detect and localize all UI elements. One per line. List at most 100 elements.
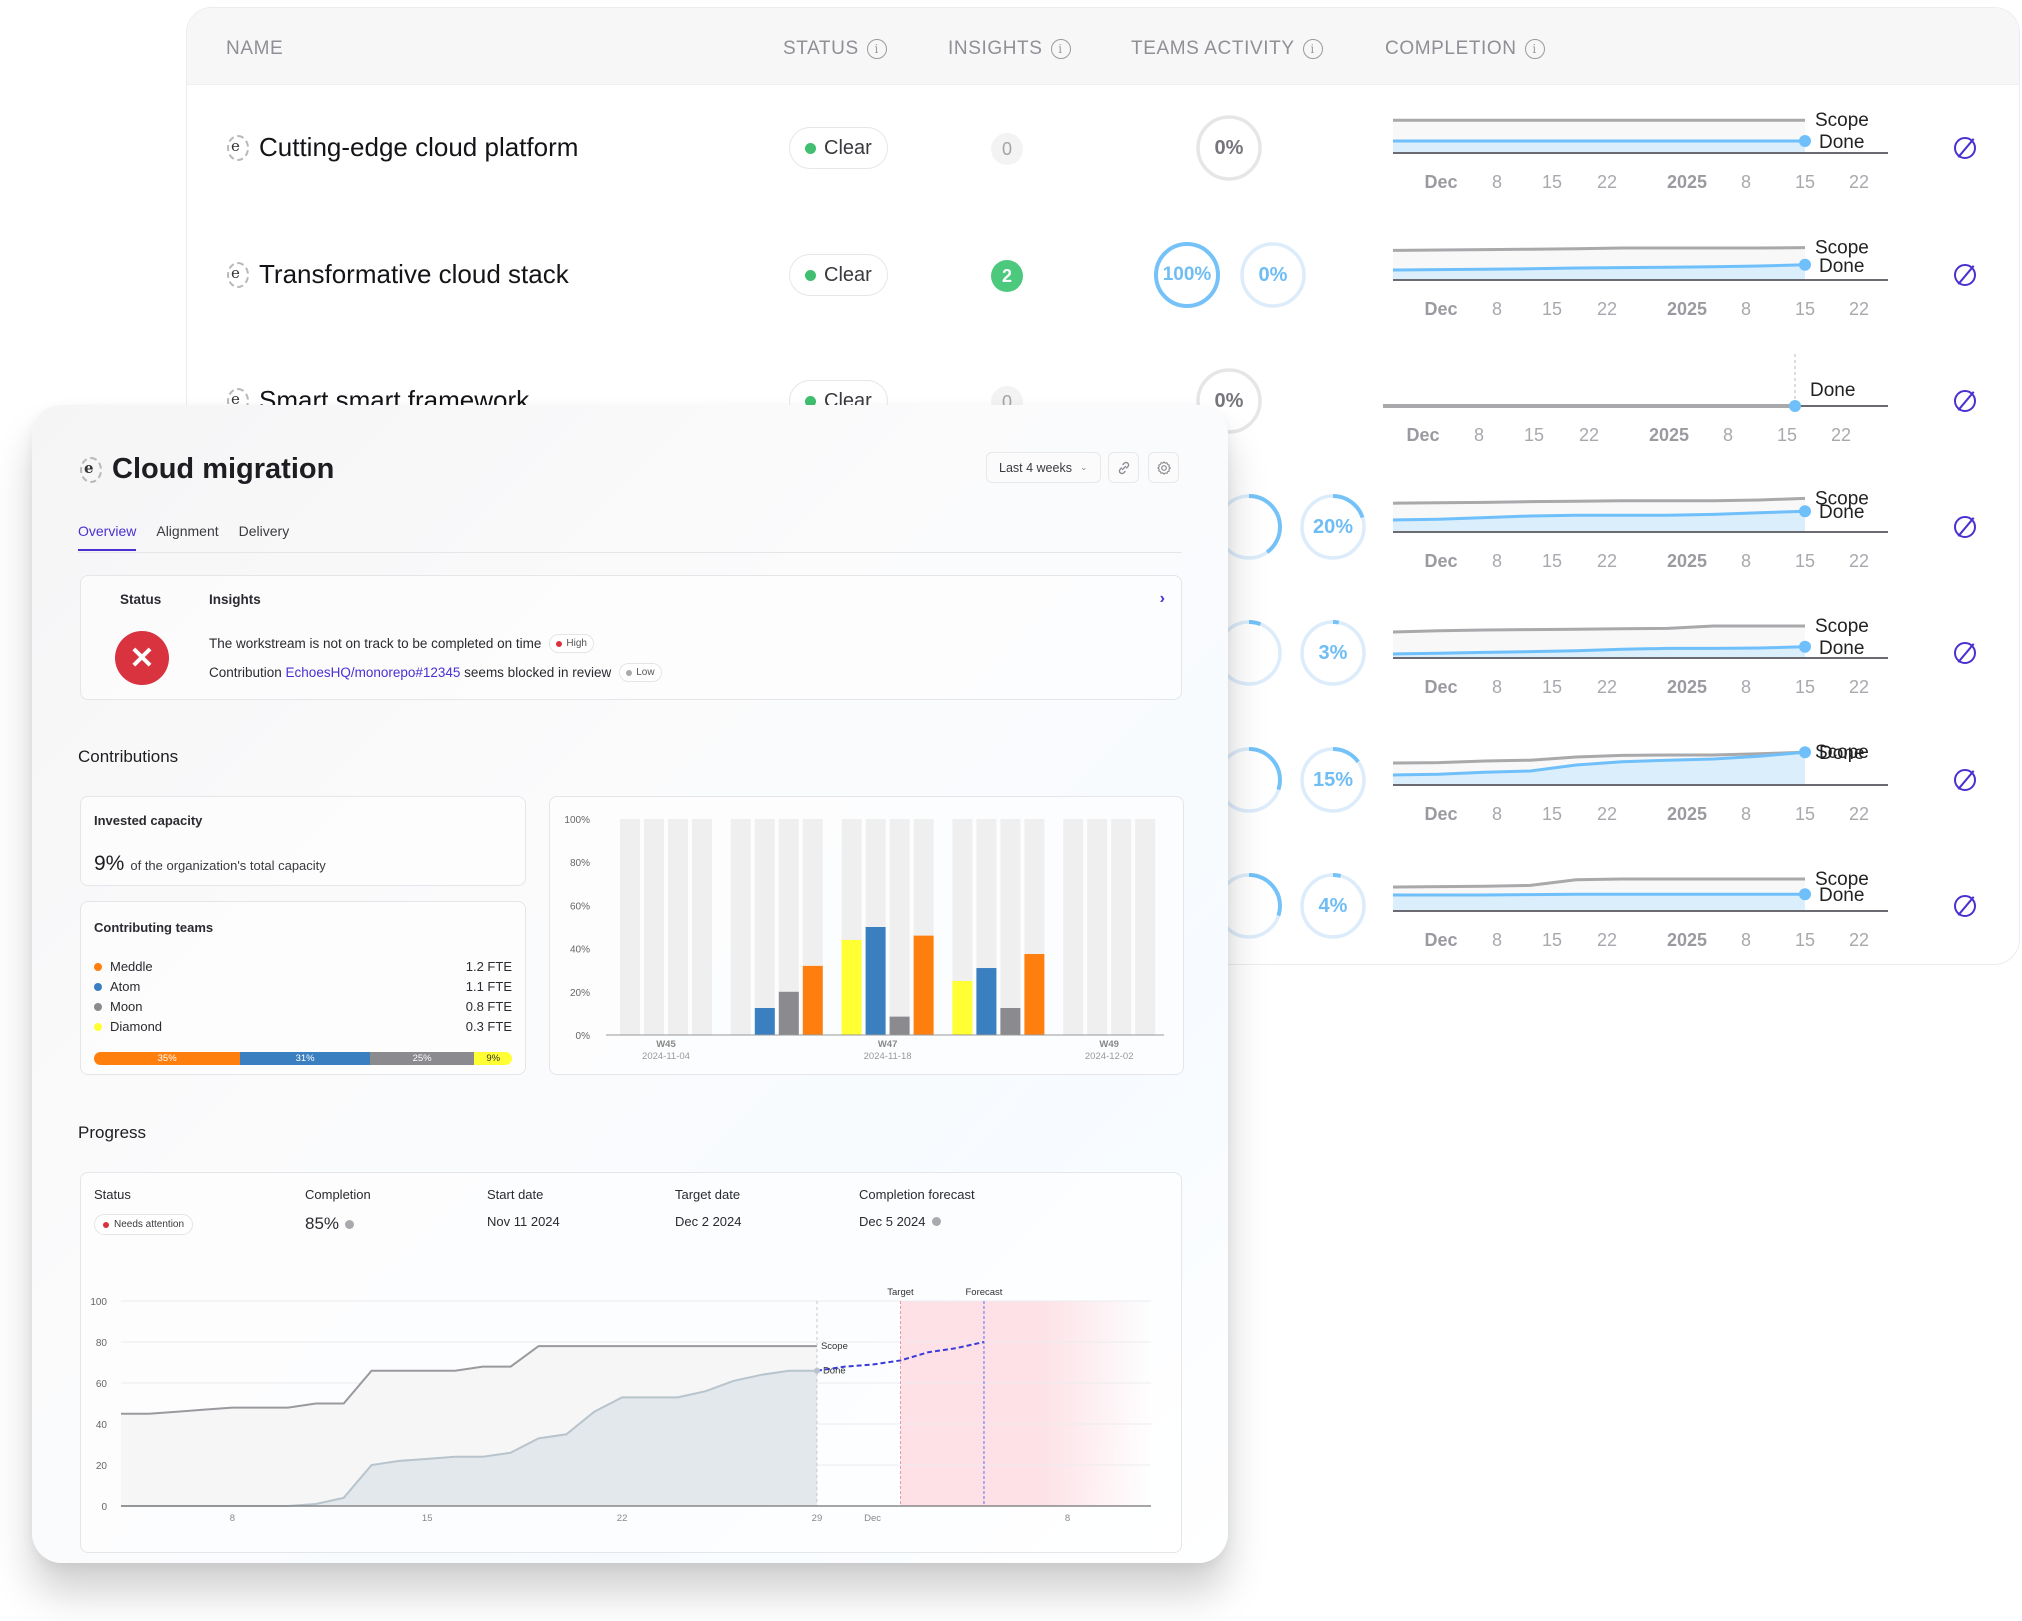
completion-sparkline: Done Dec 8 15 22 2025 8 15 22 (1383, 354, 1888, 445)
x-tick-label: 22 (617, 1513, 628, 1524)
y-tick-label: 0% (576, 1031, 591, 1042)
contribution-chart-card: 0% 20% 40% 60% 80% 100% W45 2024-11-04 W47 2024-1… (549, 796, 1184, 1075)
insights-count-badge[interactable]: 2 (991, 260, 1023, 292)
completion-sparkline: ScopeDoneDec 8 15 22 2025 8 15 22 (1393, 238, 1888, 319)
severity-dot (626, 669, 633, 676)
severity-badge: Low (619, 663, 662, 682)
sparkline-tick: 15 (1542, 930, 1562, 950)
team-color-dot (94, 982, 102, 991)
activity-percent: 100% (1162, 264, 1212, 285)
x-tick-label: 15 (422, 1513, 433, 1524)
sparkline-tick: 15 (1542, 172, 1562, 192)
activity-percent: 15% (1312, 768, 1354, 791)
contributions-title: Contributions (78, 747, 179, 766)
team-activity-ring[interactable]: 20% (1299, 493, 1367, 561)
tab-delivery[interactable]: Delivery (239, 523, 290, 551)
bar-background (1135, 819, 1156, 1035)
bar-background (644, 819, 664, 1035)
column-header-teams-activity[interactable]: TEAMS ACTIVITY i (1131, 38, 1323, 60)
scope-label: Scope (1815, 616, 1869, 637)
x-tick-date: 2024-12-02 (1085, 1051, 1134, 1062)
tab-overview[interactable]: Overview (78, 523, 137, 551)
x-tick-week: W47 (878, 1039, 898, 1050)
forecast-label: Forecast (965, 1287, 1002, 1298)
done-label: Done (1819, 743, 1864, 764)
sparkline-tick: 8 (1492, 551, 1502, 571)
table-header: NAME STATUS i INSIGHTS i TEAMS ACTIVITY i C… (187, 8, 2019, 85)
bar-background (692, 819, 712, 1035)
team-activity-ring[interactable]: 15% (1299, 746, 1367, 814)
activity-percent: 3% (1318, 641, 1348, 664)
no-target-icon[interactable] (1954, 642, 1976, 664)
column-header-insights[interactable]: INSIGHTS i (948, 38, 1071, 60)
no-target-icon[interactable] (1954, 895, 1976, 917)
column-header-name[interactable]: NAME (226, 38, 283, 60)
sparkline-tick: 22 (1849, 930, 1869, 950)
team-activity-ring[interactable]: 4% (1299, 872, 1367, 940)
bar-moon (889, 1016, 910, 1035)
team-activity-ring[interactable]: 0% (1195, 114, 1263, 182)
sparkline-tick: 15 (1795, 677, 1815, 697)
sparkline-tick: 15 (1795, 172, 1815, 192)
sparkline-tick: 15 (1795, 804, 1815, 824)
sparkline-tick: 22 (1597, 804, 1617, 824)
chevron-right-icon[interactable]: › (1160, 590, 1165, 608)
done-label: Done (1819, 885, 1864, 906)
sparkline-tick: 8 (1741, 677, 1751, 697)
completion-sparkline: ScopeDoneDec 8 15 22 2025 8 15 22 (1393, 869, 1888, 950)
table-row[interactable]: e Cutting-edge cloud platform Clear 0 0% Scop… (187, 85, 2019, 211)
insights-label: Insights (209, 592, 261, 607)
workstream-detail-card: e Cloud migration Last 4 weeks ⌄ Overvie… (32, 405, 1228, 1563)
completion-sparkline: ScopeDoneDec 8 15 22 2025 8 15 22 (1393, 488, 1888, 571)
copy-link-button[interactable] (1108, 452, 1139, 483)
insights-count-badge[interactable]: 0 (991, 133, 1023, 165)
tabs-divider (78, 552, 1182, 553)
sparkline-tick: 8 (1741, 551, 1751, 571)
status-label: Status (120, 592, 162, 607)
workstream-name[interactable]: e Cutting-edge cloud platform (227, 132, 578, 163)
team-activity-ring[interactable]: 3% (1299, 619, 1367, 687)
settings-button[interactable] (1148, 452, 1179, 483)
contribution-link[interactable]: EchoesHQ/monorepo#12345 (286, 665, 461, 680)
bar-background (889, 819, 910, 1035)
bar-meddle (913, 935, 934, 1035)
bar-background (1000, 819, 1021, 1035)
y-tick-label: 80 (96, 1338, 108, 1349)
overdue-zone (900, 1301, 1151, 1506)
y-tick-label: 40% (570, 945, 590, 956)
info-icon[interactable]: i (1524, 39, 1545, 59)
sparkline-tick: 8 (1741, 804, 1751, 824)
progress-chart: 0 20 40 60 80 100 Scope Done Target Forecast 8 15 22… (90, 1287, 1151, 1524)
no-target-icon[interactable] (1954, 390, 1976, 412)
sparkline-tick: 2025 (1667, 299, 1707, 319)
info-icon[interactable]: i (1050, 39, 1071, 59)
status-insights-panel[interactable]: Status Insights › ✕ The workstream is no… (80, 575, 1182, 700)
sparkline-tick: 8 (1492, 804, 1502, 824)
sparkline-tick: 15 (1795, 299, 1815, 319)
team-share-segment: 25% (369, 1052, 475, 1065)
workstream-name[interactable]: e Transformative cloud stack (227, 259, 569, 290)
tab-bar: Overview Alignment Delivery (78, 523, 289, 551)
progress-panel: Status Needs attention Completion 85% St… (80, 1172, 1182, 1553)
no-target-icon[interactable] (1954, 516, 1976, 538)
invested-capacity-card: Invested capacity 9% of the organization… (80, 796, 526, 886)
done-label: Done (1819, 256, 1864, 277)
status-badge: Clear (789, 254, 888, 296)
no-target-icon[interactable] (1954, 769, 1976, 791)
info-icon[interactable]: i (1302, 39, 1323, 59)
tab-alignment[interactable]: Alignment (156, 523, 218, 551)
sparkline-tick: 2025 (1667, 172, 1707, 192)
team-activity-ring[interactable]: 100% (1153, 241, 1221, 309)
no-target-icon[interactable] (1954, 264, 1976, 286)
y-tick-label: 100 (90, 1297, 107, 1308)
team-activity-ring[interactable]: 0% (1239, 241, 1307, 309)
team-color-dot (94, 1022, 102, 1031)
no-target-icon[interactable] (1954, 137, 1976, 159)
sparkline-tick: 22 (1597, 551, 1617, 571)
info-icon[interactable]: i (866, 39, 887, 59)
date-range-dropdown[interactable]: Last 4 weeks ⌄ (986, 452, 1101, 483)
column-header-status[interactable]: STATUS i (783, 38, 887, 60)
column-header-completion[interactable]: COMPLETION i (1385, 38, 1545, 60)
table-row[interactable]: e Transformative cloud stack Clear 2 100% 0% S… (187, 212, 2019, 338)
team-share-segment: 31% (240, 1052, 370, 1065)
